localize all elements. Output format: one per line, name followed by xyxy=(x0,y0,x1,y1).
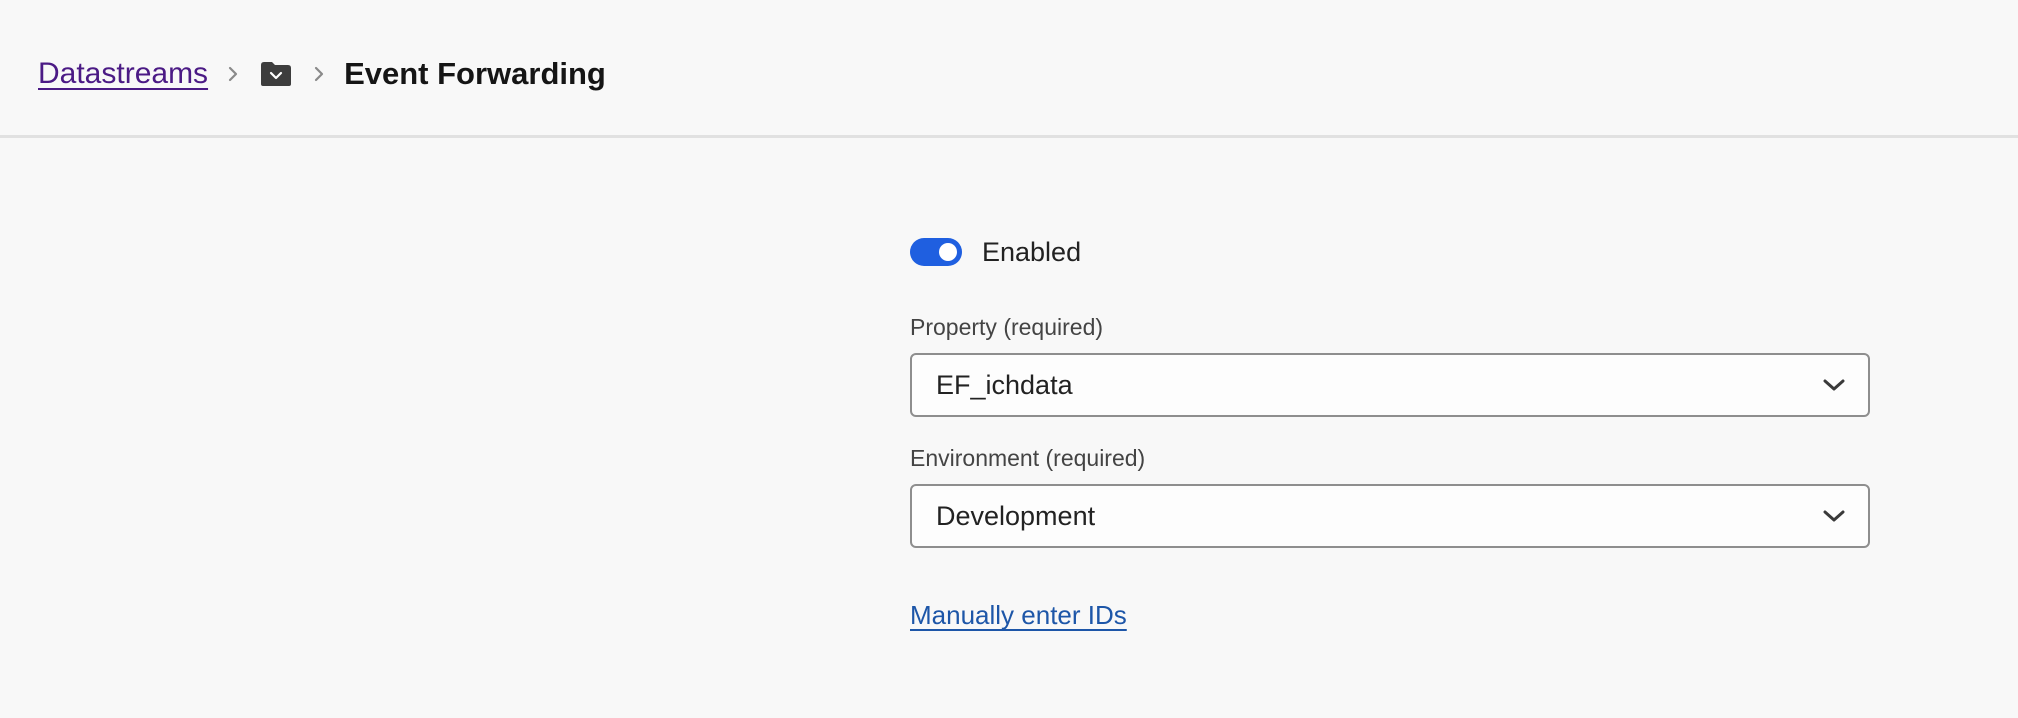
folder-icon[interactable] xyxy=(258,52,294,96)
switch-knob xyxy=(939,243,957,261)
enabled-switch[interactable] xyxy=(910,238,962,266)
chevron-right-icon xyxy=(208,52,258,96)
enabled-toggle-row: Enabled xyxy=(910,220,1870,284)
breadcrumb-datastreams-link[interactable]: Datastreams xyxy=(38,57,208,91)
breadcrumb: Datastreams Event Forwarding xyxy=(38,52,606,96)
property-select[interactable]: EF_ichdata xyxy=(910,353,1870,417)
chevron-down-icon xyxy=(1822,373,1846,397)
breadcrumb-current: Event Forwarding xyxy=(344,56,606,91)
property-label: Property (required) xyxy=(910,314,1104,340)
property-value: EF_ichdata xyxy=(936,369,1073,400)
chevron-down-icon xyxy=(1822,504,1846,528)
manually-enter-ids-link[interactable]: Manually enter IDs xyxy=(910,600,1127,631)
enabled-label: Enabled xyxy=(982,236,1082,267)
environment-select[interactable]: Development xyxy=(910,484,1870,548)
environment-label: Environment (required) xyxy=(910,445,1146,471)
event-forwarding-form: Enabled Property (required) EF_ichdata E… xyxy=(910,220,1870,631)
chevron-right-icon xyxy=(294,52,344,96)
environment-value: Development xyxy=(936,500,1096,531)
page-header: Datastreams Event Forwarding xyxy=(0,0,2018,138)
